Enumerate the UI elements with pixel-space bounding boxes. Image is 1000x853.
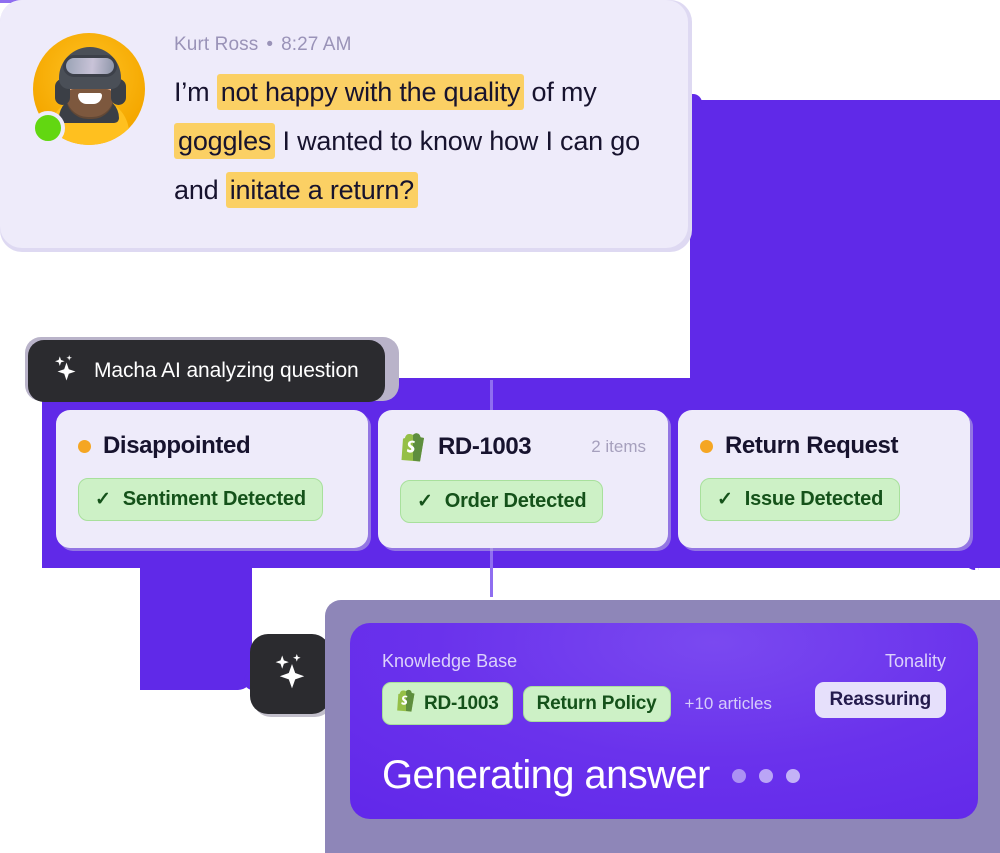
card-header: Return Request — [700, 432, 948, 460]
generating-panel: Knowledge Base RD-1003 Return Policy +10… — [350, 623, 978, 819]
tooltip-label: Macha AI analyzing question — [94, 359, 359, 382]
macha-ai-tooltip: Macha AI analyzing question — [28, 340, 385, 402]
connector-trunk-main — [690, 100, 842, 378]
knowledge-base-label: Knowledge Base — [382, 651, 518, 671]
kb-more-articles[interactable]: +10 articles — [685, 694, 772, 714]
connector-trunk-right — [842, 100, 1000, 378]
message-text: I’m — [174, 77, 217, 107]
chat-meta: Kurt Ross • 8:27 AM — [174, 34, 656, 56]
chat-meta-separator: • — [266, 34, 274, 55]
tonality-chip[interactable]: Reassuring — [814, 682, 946, 718]
card-subtext: 2 items — [591, 437, 646, 456]
detection-card-sentiment[interactable]: Disappointed ✓ Sentiment Detected — [56, 410, 368, 548]
message-highlight: initate a return? — [225, 172, 418, 208]
connector-stub-left — [140, 562, 252, 690]
check-icon: ✓ — [95, 489, 111, 510]
sparkle-icon — [50, 353, 80, 389]
status-badge: ✓ Issue Detected — [700, 478, 901, 521]
canvas: Kurt Ross • 8:27 AM I’m not happy with the… — [0, 0, 1000, 853]
message-highlight: goggles — [174, 123, 276, 159]
generating-status-text: Generating answer — [382, 753, 710, 797]
online-status-dot — [31, 111, 65, 145]
shopify-icon — [396, 689, 416, 718]
check-icon: ✓ — [717, 489, 733, 510]
chat-message: I’m not happy with the quality of my gog… — [174, 68, 656, 215]
check-icon: ✓ — [417, 491, 433, 512]
avatar — [31, 33, 145, 145]
message-highlight: not happy with the quality — [216, 74, 525, 110]
loading-dots-icon — [731, 768, 800, 783]
card-header: Disappointed — [78, 432, 346, 460]
kb-chip-label: RD-1003 — [424, 692, 499, 714]
amber-dot-icon — [700, 439, 713, 453]
kb-chip-policy[interactable]: Return Policy — [522, 685, 671, 722]
card-header: RD-1003 2 items — [400, 432, 646, 462]
status-badge-label: Issue Detected — [744, 488, 884, 510]
shopify-icon — [400, 432, 426, 462]
detection-card-order[interactable]: RD-1003 2 items ✓ Order Detected — [378, 410, 668, 548]
message-text: of my — [524, 77, 597, 107]
tonality-label: Tonality — [884, 651, 946, 671]
connector-tick-up — [490, 380, 493, 410]
amber-dot-icon — [78, 439, 91, 453]
sparkle-badge[interactable] — [250, 634, 330, 714]
generating-panel-header: Knowledge Base RD-1003 Return Policy +10… — [382, 651, 946, 725]
sparkle-icon — [268, 650, 312, 699]
kb-chip-label: Return Policy — [536, 692, 657, 714]
card-title: Disappointed — [103, 432, 251, 459]
knowledge-base-group: Knowledge Base RD-1003 Return Policy +10… — [382, 651, 772, 725]
status-badge-label: Sentiment Detected — [122, 488, 306, 510]
chat-bubble: Kurt Ross • 8:27 AM I’m not happy with the… — [0, 0, 688, 248]
connector-tick-down — [490, 545, 493, 597]
card-title: Return Request — [725, 432, 899, 459]
generating-status-row: Generating answer — [382, 753, 946, 798]
knowledge-base-chips: RD-1003 Return Policy +10 articles — [382, 682, 772, 725]
tonality-group: Tonality Reassuring — [814, 651, 946, 718]
detection-card-issue[interactable]: Return Request ✓ Issue Detected — [678, 410, 970, 548]
chat-author: Kurt Ross — [174, 34, 259, 55]
card-title: RD-1003 — [438, 433, 532, 460]
status-badge: ✓ Sentiment Detected — [78, 478, 323, 521]
status-badge: ✓ Order Detected — [400, 480, 604, 523]
chat-time: 8:27 AM — [281, 34, 352, 55]
status-badge-label: Order Detected — [444, 490, 587, 512]
kb-chip-order[interactable]: RD-1003 — [382, 682, 513, 725]
